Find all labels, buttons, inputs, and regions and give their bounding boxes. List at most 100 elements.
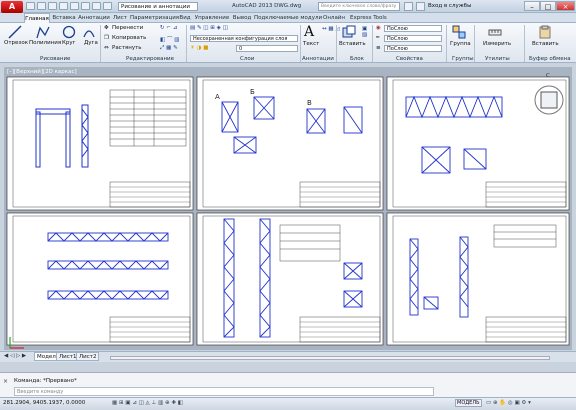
draw-panel-title: Рисование: [40, 56, 71, 62]
annotation-panel-title: Аннотации: [302, 56, 334, 62]
tab-online[interactable]: Онлайн: [322, 13, 346, 23]
svg-text:В: В: [307, 99, 312, 107]
tab-layout[interactable]: Лист: [112, 13, 128, 23]
sign-in-button[interactable]: Вход в службы: [428, 3, 471, 9]
create-block-icon[interactable]: ▣ ▨: [362, 26, 367, 38]
paste-label[interactable]: Вставить: [532, 41, 559, 47]
new-icon[interactable]: [26, 2, 35, 10]
print-icon[interactable]: [70, 2, 79, 10]
measure-label[interactable]: Измерить: [483, 41, 511, 47]
open-icon[interactable]: [37, 2, 46, 10]
measure-icon[interactable]: [488, 25, 502, 39]
scale-icon[interactable]: ⤢ ▦ ✎: [160, 45, 178, 52]
mirror-icon[interactable]: ◧ ⌒ ▥: [160, 35, 179, 43]
tab-express-tools[interactable]: Express Tools: [350, 13, 387, 23]
maximize-button[interactable]: □: [540, 1, 556, 11]
panel-separator: [446, 25, 447, 62]
close-button[interactable]: ×: [556, 1, 575, 11]
drawing-sheets: А Б В: [6, 76, 570, 346]
tab-annotate[interactable]: Аннотации: [78, 13, 110, 23]
copy-icon[interactable]: ❐: [104, 35, 109, 41]
drawing-canvas[interactable]: А Б В: [4, 67, 572, 350]
text-label[interactable]: Текст: [303, 41, 319, 47]
layer-dropdown[interactable]: 0: [236, 45, 298, 52]
insert-label[interactable]: Вставить: [339, 41, 366, 47]
ucs-icon: [9, 337, 24, 349]
text-icon[interactable]: A: [304, 24, 314, 40]
line-label: Отрезок: [4, 40, 29, 46]
drafting-toggles[interactable]: ▦ ⊞ ▣ ⊿ ◫ ◬ ⊥ ▥ ⊕ ✚ ◧: [112, 400, 183, 406]
search-icon[interactable]: [404, 2, 413, 11]
coordinates-readout: 281.2904, 9405.1937, 0.0000: [3, 400, 86, 406]
tab-plugins[interactable]: Подключаемые модули: [254, 13, 322, 23]
save-icon[interactable]: [48, 2, 57, 10]
panel-separator: [100, 25, 101, 62]
ribbon-tab-bar: Главная Вставка Аннотации Лист Параметри…: [0, 13, 576, 23]
status-tools-icons[interactable]: ▭ ⊕ ✋ ◎ ▣ ⚙ ▾: [486, 400, 531, 406]
stretch-icon[interactable]: ⇔: [104, 45, 109, 51]
tab-manage[interactable]: Управление: [194, 13, 230, 23]
rotate-icon[interactable]: ↻ ⌐ ⊿: [160, 25, 177, 31]
block-panel-title: Блок: [350, 56, 364, 62]
insert-block-icon[interactable]: [342, 25, 356, 39]
model-space-button[interactable]: МОДЕЛЬ: [455, 399, 482, 407]
match-properties-icon[interactable]: ◉: [376, 25, 381, 31]
groups-panel-title: Группы: [452, 56, 474, 62]
linetype-icon: ═: [376, 35, 380, 41]
layer-status-icons: ☀ ◑ ■: [190, 45, 209, 51]
paste-icon[interactable]: [538, 25, 552, 39]
clipboard-panel-title: Буфер обмена: [529, 56, 571, 62]
utilities-panel-title: Утилиты: [485, 56, 510, 62]
user-icon[interactable]: [416, 2, 425, 11]
group-icon[interactable]: [452, 25, 466, 39]
tab-parametric[interactable]: Параметризация: [130, 13, 179, 23]
close-command-line-icon[interactable]: ×: [3, 378, 8, 385]
search-input[interactable]: Введите ключевое слово/фразу: [318, 2, 400, 11]
move-label[interactable]: Перенести: [112, 25, 143, 31]
line-icon[interactable]: [8, 25, 22, 39]
tab-sheet2[interactable]: Лист2: [76, 352, 100, 361]
layout-nav-arrows[interactable]: ◀ ◁ ▷ ▶: [4, 353, 26, 359]
tab-insert[interactable]: Вставка: [52, 13, 76, 23]
properties-panel-title: Свойства: [396, 56, 423, 62]
application-menu-button[interactable]: A: [1, 1, 23, 13]
layer-properties-icon[interactable]: ▤ ✎ ◫ ⊞ ◈ ◫: [190, 25, 228, 31]
workspace-dropdown[interactable]: Рисование и аннотации: [118, 2, 198, 11]
move-icon[interactable]: ✥: [104, 25, 109, 31]
polyline-label: Полилиния: [29, 40, 62, 46]
panel-separator: [524, 25, 525, 62]
panel-separator: [186, 25, 187, 62]
stretch-label[interactable]: Растянуть: [112, 45, 142, 51]
modify-panel-title: Редактирование: [126, 56, 174, 62]
command-input[interactable]: Введите команду: [14, 387, 434, 396]
redo-icon[interactable]: [92, 2, 101, 10]
polyline-icon[interactable]: [36, 25, 50, 39]
undo-icon[interactable]: [81, 2, 90, 10]
horizontal-scrollbar[interactable]: [110, 356, 550, 360]
group-label[interactable]: Группа: [450, 41, 471, 47]
viewport-controls[interactable]: [–][Верхний][2D каркас]: [7, 69, 77, 75]
copy-label[interactable]: Копировать: [112, 35, 146, 41]
minimize-button[interactable]: –: [524, 1, 540, 11]
plot-icon[interactable]: [103, 2, 112, 10]
lineweight-icon: ≡: [376, 45, 381, 51]
circle-label: Круг: [62, 40, 76, 46]
lineweight-dropdown[interactable]: ПоСлою: [384, 45, 442, 52]
panel-separator: [474, 25, 475, 62]
panel-separator: [336, 25, 337, 62]
tab-home[interactable]: Главная: [24, 13, 50, 23]
arc-icon[interactable]: [82, 25, 96, 39]
window-title: AutoCAD 2013 DWG.dwg: [232, 3, 302, 9]
layers-panel-title: Слои: [240, 56, 255, 62]
circle-icon[interactable]: [62, 25, 76, 39]
save-as-icon[interactable]: [59, 2, 68, 10]
color-dropdown[interactable]: ПоСлою: [384, 25, 442, 32]
linetype-dropdown[interactable]: ПоСлою: [384, 35, 442, 42]
viewcube-icon[interactable]: [532, 80, 566, 120]
layer-state-dropdown[interactable]: Несохраненная конфигурация слоя: [190, 35, 298, 42]
tab-output[interactable]: Вывод: [232, 13, 252, 23]
panel-separator: [300, 25, 301, 62]
svg-text:А: А: [215, 93, 220, 101]
arc-label: Дуга: [84, 40, 98, 46]
tab-view[interactable]: Вид: [178, 13, 192, 23]
